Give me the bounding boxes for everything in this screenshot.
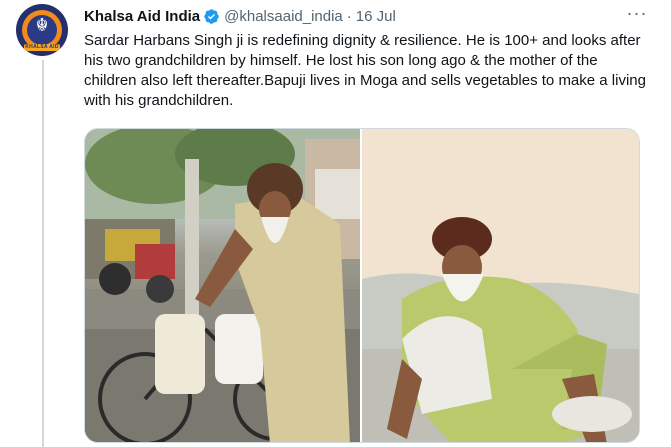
- handle[interactable]: @khalsaaid_india: [224, 8, 343, 25]
- photo-seated-portrait-art: [362, 129, 639, 442]
- avatar-column: ☬ KHALSA AID: [16, 4, 72, 56]
- avatar[interactable]: ☬ KHALSA AID: [16, 4, 68, 56]
- photo-pushing-bicycle-art: [85, 129, 360, 442]
- display-name[interactable]: Khalsa Aid India: [84, 8, 200, 25]
- verified-badge-icon: [204, 8, 219, 24]
- tweet[interactable]: ☬ KHALSA AID Khalsa Aid India @khalsaaid…: [0, 0, 671, 447]
- tweet-text: Sardar Harbans Singh ji is redefining di…: [84, 32, 646, 109]
- tweet-media[interactable]: [84, 128, 640, 443]
- tweet-header: Khalsa Aid India @khalsaaid_india · 16 J…: [84, 6, 396, 26]
- more-options-icon[interactable]: ···: [625, 2, 649, 24]
- avatar-ribbon-text: KHALSA AID: [24, 44, 60, 51]
- photo-seated-portrait[interactable]: [362, 129, 639, 442]
- tweet-date[interactable]: 16 Jul: [356, 8, 396, 25]
- header-separator: ·: [346, 7, 352, 25]
- photo-pushing-bicycle[interactable]: [85, 129, 362, 442]
- thread-line: [42, 60, 44, 447]
- khanda-icon: ☬: [35, 15, 49, 36]
